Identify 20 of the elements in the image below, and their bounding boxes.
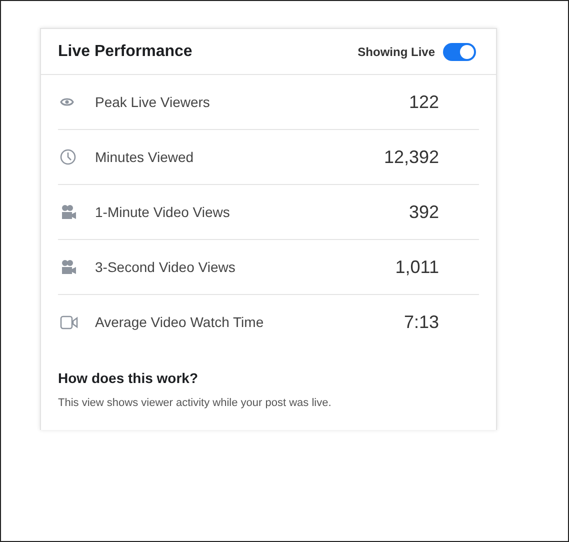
metric-label: Average Video Watch Time	[95, 313, 265, 332]
metric-label: 3-Second Video Views	[95, 258, 236, 276]
film-camera-icon	[60, 204, 77, 220]
eye-icon	[60, 97, 74, 107]
metric-value: 12,392	[384, 146, 439, 168]
toggle-label: Showing Live	[358, 44, 435, 60]
help-text: This view shows viewer activity while your post was live.	[58, 396, 332, 411]
metric-label: 1-Minute Video Views	[95, 202, 231, 222]
metric-value: 392	[408, 200, 439, 224]
video-camera-icon	[60, 315, 79, 330]
film-camera-icon	[60, 259, 77, 275]
metric-label: Minutes Viewed	[95, 148, 195, 166]
card-title: Live Performance	[58, 42, 192, 62]
metric-value: 7:13	[404, 311, 439, 334]
toggle-switch[interactable]	[443, 42, 476, 60]
help-heading: How does this work?	[58, 369, 200, 388]
metric-value: 122	[408, 90, 439, 114]
metric-label: Peak Live Viewers	[95, 92, 211, 112]
metric-value: 1,011	[395, 256, 439, 278]
clock-icon	[60, 149, 76, 165]
